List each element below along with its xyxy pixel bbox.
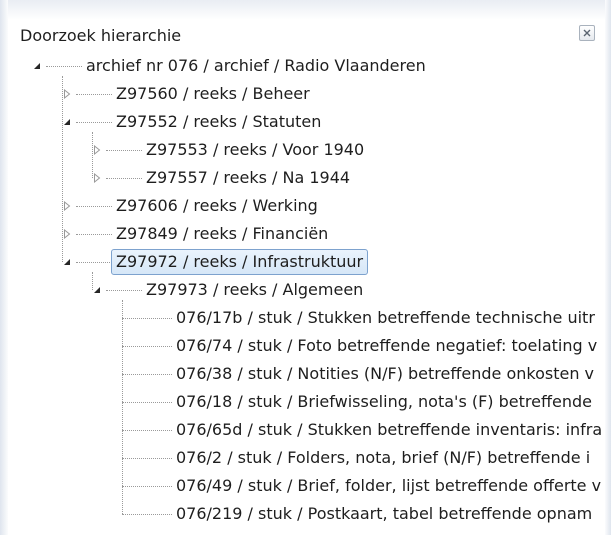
window-frame-right xyxy=(605,0,611,535)
panel-title: Doorzoek hierarchie xyxy=(20,26,182,45)
tree-node[interactable]: Z97972 / reeks / Infrastruktuur xyxy=(8,248,605,276)
close-icon xyxy=(583,29,591,37)
tree-connector-line xyxy=(122,318,172,319)
tree-node[interactable]: Z97552 / reeks / Statuten xyxy=(8,108,605,136)
tree-connector-line xyxy=(106,290,142,291)
tree-node[interactable]: Z97557 / reeks / Na 1944 xyxy=(8,164,605,192)
tree-node[interactable]: Z97973 / reeks / Algemeen xyxy=(8,276,605,304)
hierarchy-panel: Doorzoek hierarchie archief nr 076 / arc… xyxy=(0,0,611,535)
tree-connector-line xyxy=(76,262,112,263)
tree-node[interactable]: Z97606 / reeks / Werking xyxy=(8,192,605,220)
tree-connector-line xyxy=(46,66,82,67)
tree-node[interactable]: Z97849 / reeks / Financiën xyxy=(8,220,605,248)
window-frame-top xyxy=(0,0,611,20)
tree-leaf-item[interactable]: 076/17b / stuk / Stukken betreffende tec… xyxy=(8,304,605,332)
expanded-triangle-icon[interactable] xyxy=(32,61,42,71)
tree-item-label: 076/49 / stuk / Brief, folder, lijst bet… xyxy=(176,476,602,495)
tree-node[interactable]: Z97560 / reeks / Beheer xyxy=(8,80,605,108)
tree-leaf-item[interactable]: 076/38 / stuk / Notities (N/F) betreffen… xyxy=(8,360,605,388)
tree-connector-line xyxy=(76,206,112,207)
tree-item-label: 076/65d / stuk / Stukken betreffende inv… xyxy=(176,420,603,439)
expanded-triangle-icon[interactable] xyxy=(62,117,72,127)
tree-connector-line xyxy=(76,94,112,95)
tree-item-label: archief nr 076 / archief / Radio Vlaande… xyxy=(86,56,426,75)
tree-leaf-item[interactable]: 076/65d / stuk / Stukken betreffende inv… xyxy=(8,416,605,444)
collapsed-triangle-icon[interactable] xyxy=(92,145,102,155)
tree-connector-line xyxy=(122,486,172,487)
tree-item-label: 076/2 / stuk / Folders, nota, brief (N/F… xyxy=(176,448,591,467)
tree-leaf-item[interactable]: 076/74 / stuk / Foto betreffende negatie… xyxy=(8,332,605,360)
tree-leaf-item[interactable]: 076/219 / stuk / Postkaart, tabel betref… xyxy=(8,500,605,528)
tree-connector-line xyxy=(76,234,112,235)
tree-connector-line xyxy=(76,122,112,123)
collapsed-triangle-icon[interactable] xyxy=(62,201,72,211)
collapsed-triangle-icon[interactable] xyxy=(62,229,72,239)
expanded-triangle-icon[interactable] xyxy=(62,257,72,267)
tree-leaf-item[interactable]: 076/49 / stuk / Brief, folder, lijst bet… xyxy=(8,472,605,500)
tree-item-label: Z97849 / reeks / Financiën xyxy=(116,224,329,243)
tree-item-label: Z97557 / reeks / Na 1944 xyxy=(146,168,351,187)
tree-connector-line xyxy=(122,346,172,347)
tree-item-label: 076/18 / stuk / Briefwisseling, nota's (… xyxy=(176,392,592,411)
tree-connector-line xyxy=(122,430,172,431)
tree-connector-line xyxy=(106,178,142,179)
tree-node[interactable]: archief nr 076 / archief / Radio Vlaande… xyxy=(8,52,605,80)
collapsed-triangle-icon[interactable] xyxy=(62,89,72,99)
tree-item-label: Z97972 / reeks / Infrastruktuur xyxy=(111,249,369,275)
tree-item-label: 076/38 / stuk / Notities (N/F) betreffen… xyxy=(176,364,595,383)
tree-connector-line xyxy=(122,458,172,459)
tree-connector-line xyxy=(122,514,172,515)
hierarchy-tree[interactable]: archief nr 076 / archief / Radio Vlaande… xyxy=(8,50,605,535)
collapsed-triangle-icon[interactable] xyxy=(92,173,102,183)
tree-item-label: Z97606 / reeks / Werking xyxy=(116,196,318,215)
tree-item-label: Z97560 / reeks / Beheer xyxy=(116,84,310,103)
tree-leaf-item[interactable]: 076/18 / stuk / Briefwisseling, nota's (… xyxy=(8,388,605,416)
tree-item-label: Z97553 / reeks / Voor 1940 xyxy=(146,140,365,159)
tree-leaf-item[interactable]: 076/2 / stuk / Folders, nota, brief (N/F… xyxy=(8,444,605,472)
tree-connector-line xyxy=(122,374,172,375)
tree-connector-line xyxy=(122,402,172,403)
tree-node[interactable]: Z97553 / reeks / Voor 1940 xyxy=(8,136,605,164)
tree-item-label: Z97973 / reeks / Algemeen xyxy=(146,280,364,299)
close-button[interactable] xyxy=(579,25,595,41)
panel-header: Doorzoek hierarchie xyxy=(8,20,605,50)
tree-item-label: 076/17b / stuk / Stukken betreffende tec… xyxy=(176,308,595,327)
expanded-triangle-icon[interactable] xyxy=(92,285,102,295)
tree-item-label: 076/74 / stuk / Foto betreffende negatie… xyxy=(176,336,598,355)
tree-item-label: Z97552 / reeks / Statuten xyxy=(116,112,322,131)
tree-item-label: 076/219 / stuk / Postkaart, tabel betref… xyxy=(176,504,593,523)
window-frame-left xyxy=(0,0,8,535)
tree-connector-line xyxy=(106,150,142,151)
